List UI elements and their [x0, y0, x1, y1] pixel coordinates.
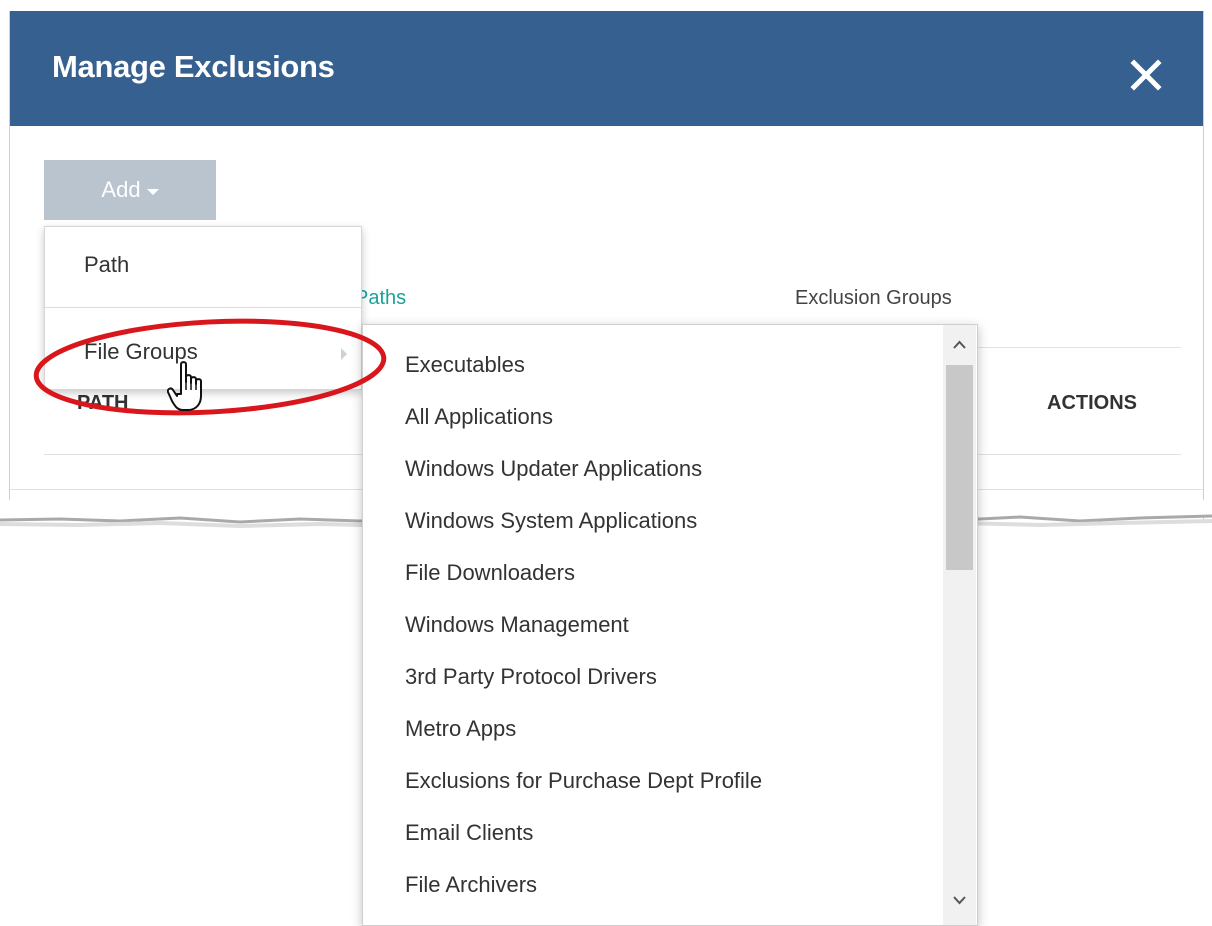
scroll-up-icon[interactable] [943, 329, 976, 359]
caret-down-icon [146, 188, 159, 195]
submenu-item[interactable]: File Downloaders [405, 560, 575, 586]
submenu-arrow-icon [341, 348, 347, 360]
menu-item-file-groups-label: File Groups [84, 339, 198, 364]
file-groups-submenu: Executables All Applications Windows Upd… [362, 324, 978, 926]
tab-exclusion-groups[interactable]: Exclusion Groups [795, 287, 952, 310]
column-header-path: PATH [77, 392, 129, 414]
scroll-down-icon[interactable] [943, 886, 976, 916]
menu-item-file-groups[interactable]: File Groups [45, 323, 361, 383]
submenu-scrollbar[interactable] [943, 325, 976, 925]
submenu-item[interactable]: All Applications [405, 404, 553, 430]
submenu-item[interactable]: File Archivers [405, 872, 537, 898]
dialog-header: Manage Exclusions [10, 11, 1203, 126]
submenu-item[interactable]: Exclusions for Purchase Dept Profile [405, 768, 762, 794]
submenu-item[interactable]: Metro Apps [405, 716, 516, 742]
submenu-item[interactable]: Windows Updater Applications [405, 456, 702, 482]
submenu-item[interactable]: Windows System Applications [405, 508, 697, 534]
add-button[interactable]: Add [44, 160, 216, 220]
submenu-item[interactable]: 3rd Party Protocol Drivers [405, 664, 657, 690]
submenu-item[interactable]: Windows Management [405, 612, 629, 638]
add-button-label: Add [101, 177, 141, 202]
tab-paths[interactable]: Paths [355, 287, 406, 310]
column-header-actions: ACTIONS [1047, 392, 1137, 414]
add-dropdown-menu: Path File Groups [44, 226, 362, 390]
close-icon[interactable] [1126, 55, 1166, 95]
submenu-item[interactable]: Email Clients [405, 820, 533, 846]
menu-item-path[interactable]: Path [45, 237, 361, 297]
dialog-title: Manage Exclusions [52, 49, 335, 84]
scroll-thumb[interactable] [946, 365, 973, 570]
menu-divider [45, 307, 361, 308]
submenu-item[interactable]: Executables [405, 352, 525, 378]
menu-item-path-label: Path [84, 252, 130, 277]
